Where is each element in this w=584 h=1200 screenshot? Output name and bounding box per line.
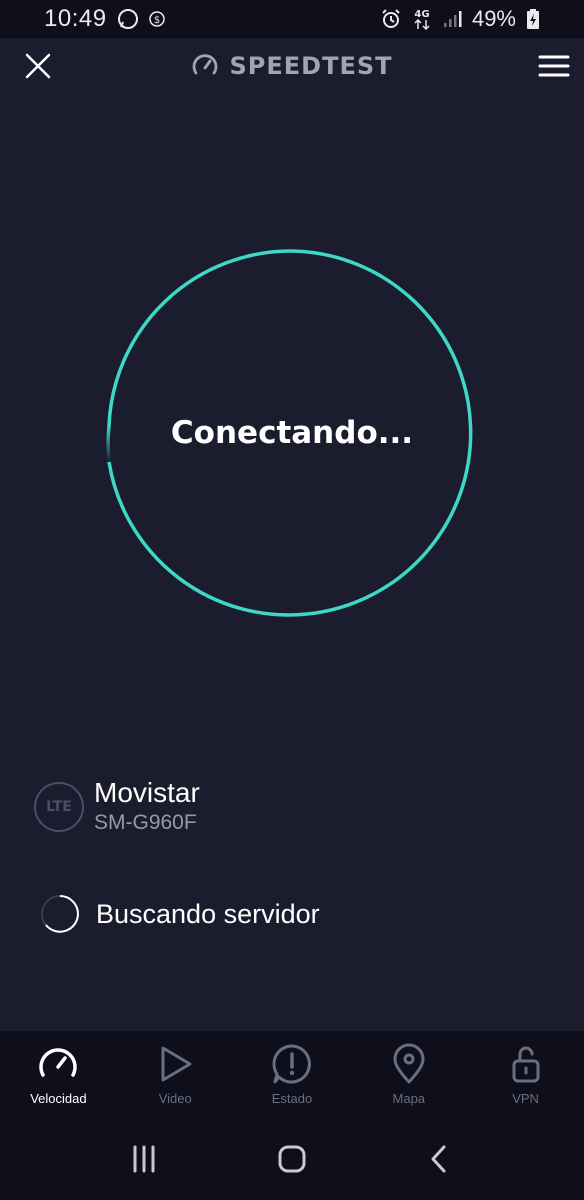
map-pin-icon: [393, 1043, 425, 1084]
nav-item-vpn[interactable]: VPN: [467, 1031, 584, 1123]
recent-apps-button[interactable]: [129, 1144, 159, 1179]
speedometer-logo-icon: [193, 54, 218, 75]
brand-logo: SPEEDTEST: [191, 52, 392, 80]
close-icon: [25, 53, 51, 79]
app-title: SPEEDTEST: [229, 52, 393, 80]
battery-charging-icon: [526, 8, 540, 30]
play-icon: [161, 1046, 192, 1082]
lte-badge: LTE: [34, 782, 84, 832]
menu-button[interactable]: [538, 50, 570, 82]
server-status-text: Buscando servidor: [96, 898, 320, 929]
nav-label-video: Video: [158, 1091, 192, 1106]
connecting-text: Conectando...: [170, 415, 414, 451]
bottom-navigation: Velocidad Video Estado Mapa VPN: [0, 1031, 584, 1123]
unlock-icon: [512, 1046, 540, 1083]
nav-label-mapa: Mapa: [392, 1091, 426, 1106]
network-4g-icon: 4G: [412, 7, 432, 31]
status-time: 10:49: [44, 5, 107, 32]
nav-item-estado[interactable]: Estado: [234, 1031, 351, 1123]
recent-apps-icon: [133, 1145, 155, 1173]
home-button[interactable]: [276, 1143, 308, 1180]
whatsapp-icon: [117, 8, 139, 30]
alert-icon: [272, 1044, 311, 1084]
back-icon: [431, 1145, 446, 1173]
nav-label-vpn: VPN: [512, 1091, 539, 1106]
status-bar: 10:49 $ 4G 49%: [0, 0, 584, 38]
nav-item-mapa[interactable]: Mapa: [350, 1031, 467, 1123]
nav-label-velocidad: Velocidad: [30, 1091, 87, 1106]
loading-spinner-icon: [41, 895, 80, 933]
back-button[interactable]: [425, 1144, 455, 1179]
device-model: SM-G960F: [94, 811, 197, 834]
nav-item-video[interactable]: Video: [117, 1031, 234, 1123]
alarm-icon: [380, 8, 402, 30]
provider-info: LTE Movistar SM-G960F: [34, 776, 200, 838]
network-type-text: 4G: [414, 9, 429, 20]
close-button[interactable]: [22, 50, 54, 82]
signal-icon: [442, 9, 462, 29]
home-icon: [278, 1145, 306, 1173]
hamburger-menu-icon: [538, 55, 570, 77]
system-navigation-bar: [0, 1123, 584, 1200]
provider-name: Movistar: [94, 777, 200, 808]
server-status: Buscando servidor: [40, 894, 320, 934]
nav-item-velocidad[interactable]: Velocidad: [0, 1031, 117, 1123]
app-header: SPEEDTEST: [0, 38, 584, 94]
svg-text:$: $: [153, 15, 159, 26]
nav-label-estado: Estado: [271, 1091, 313, 1106]
speedometer-icon: [39, 1048, 78, 1077]
dollar-icon: $: [148, 11, 165, 27]
battery-percent: 49%: [471, 6, 516, 31]
connect-circle[interactable]: Conectando...: [100, 241, 484, 625]
